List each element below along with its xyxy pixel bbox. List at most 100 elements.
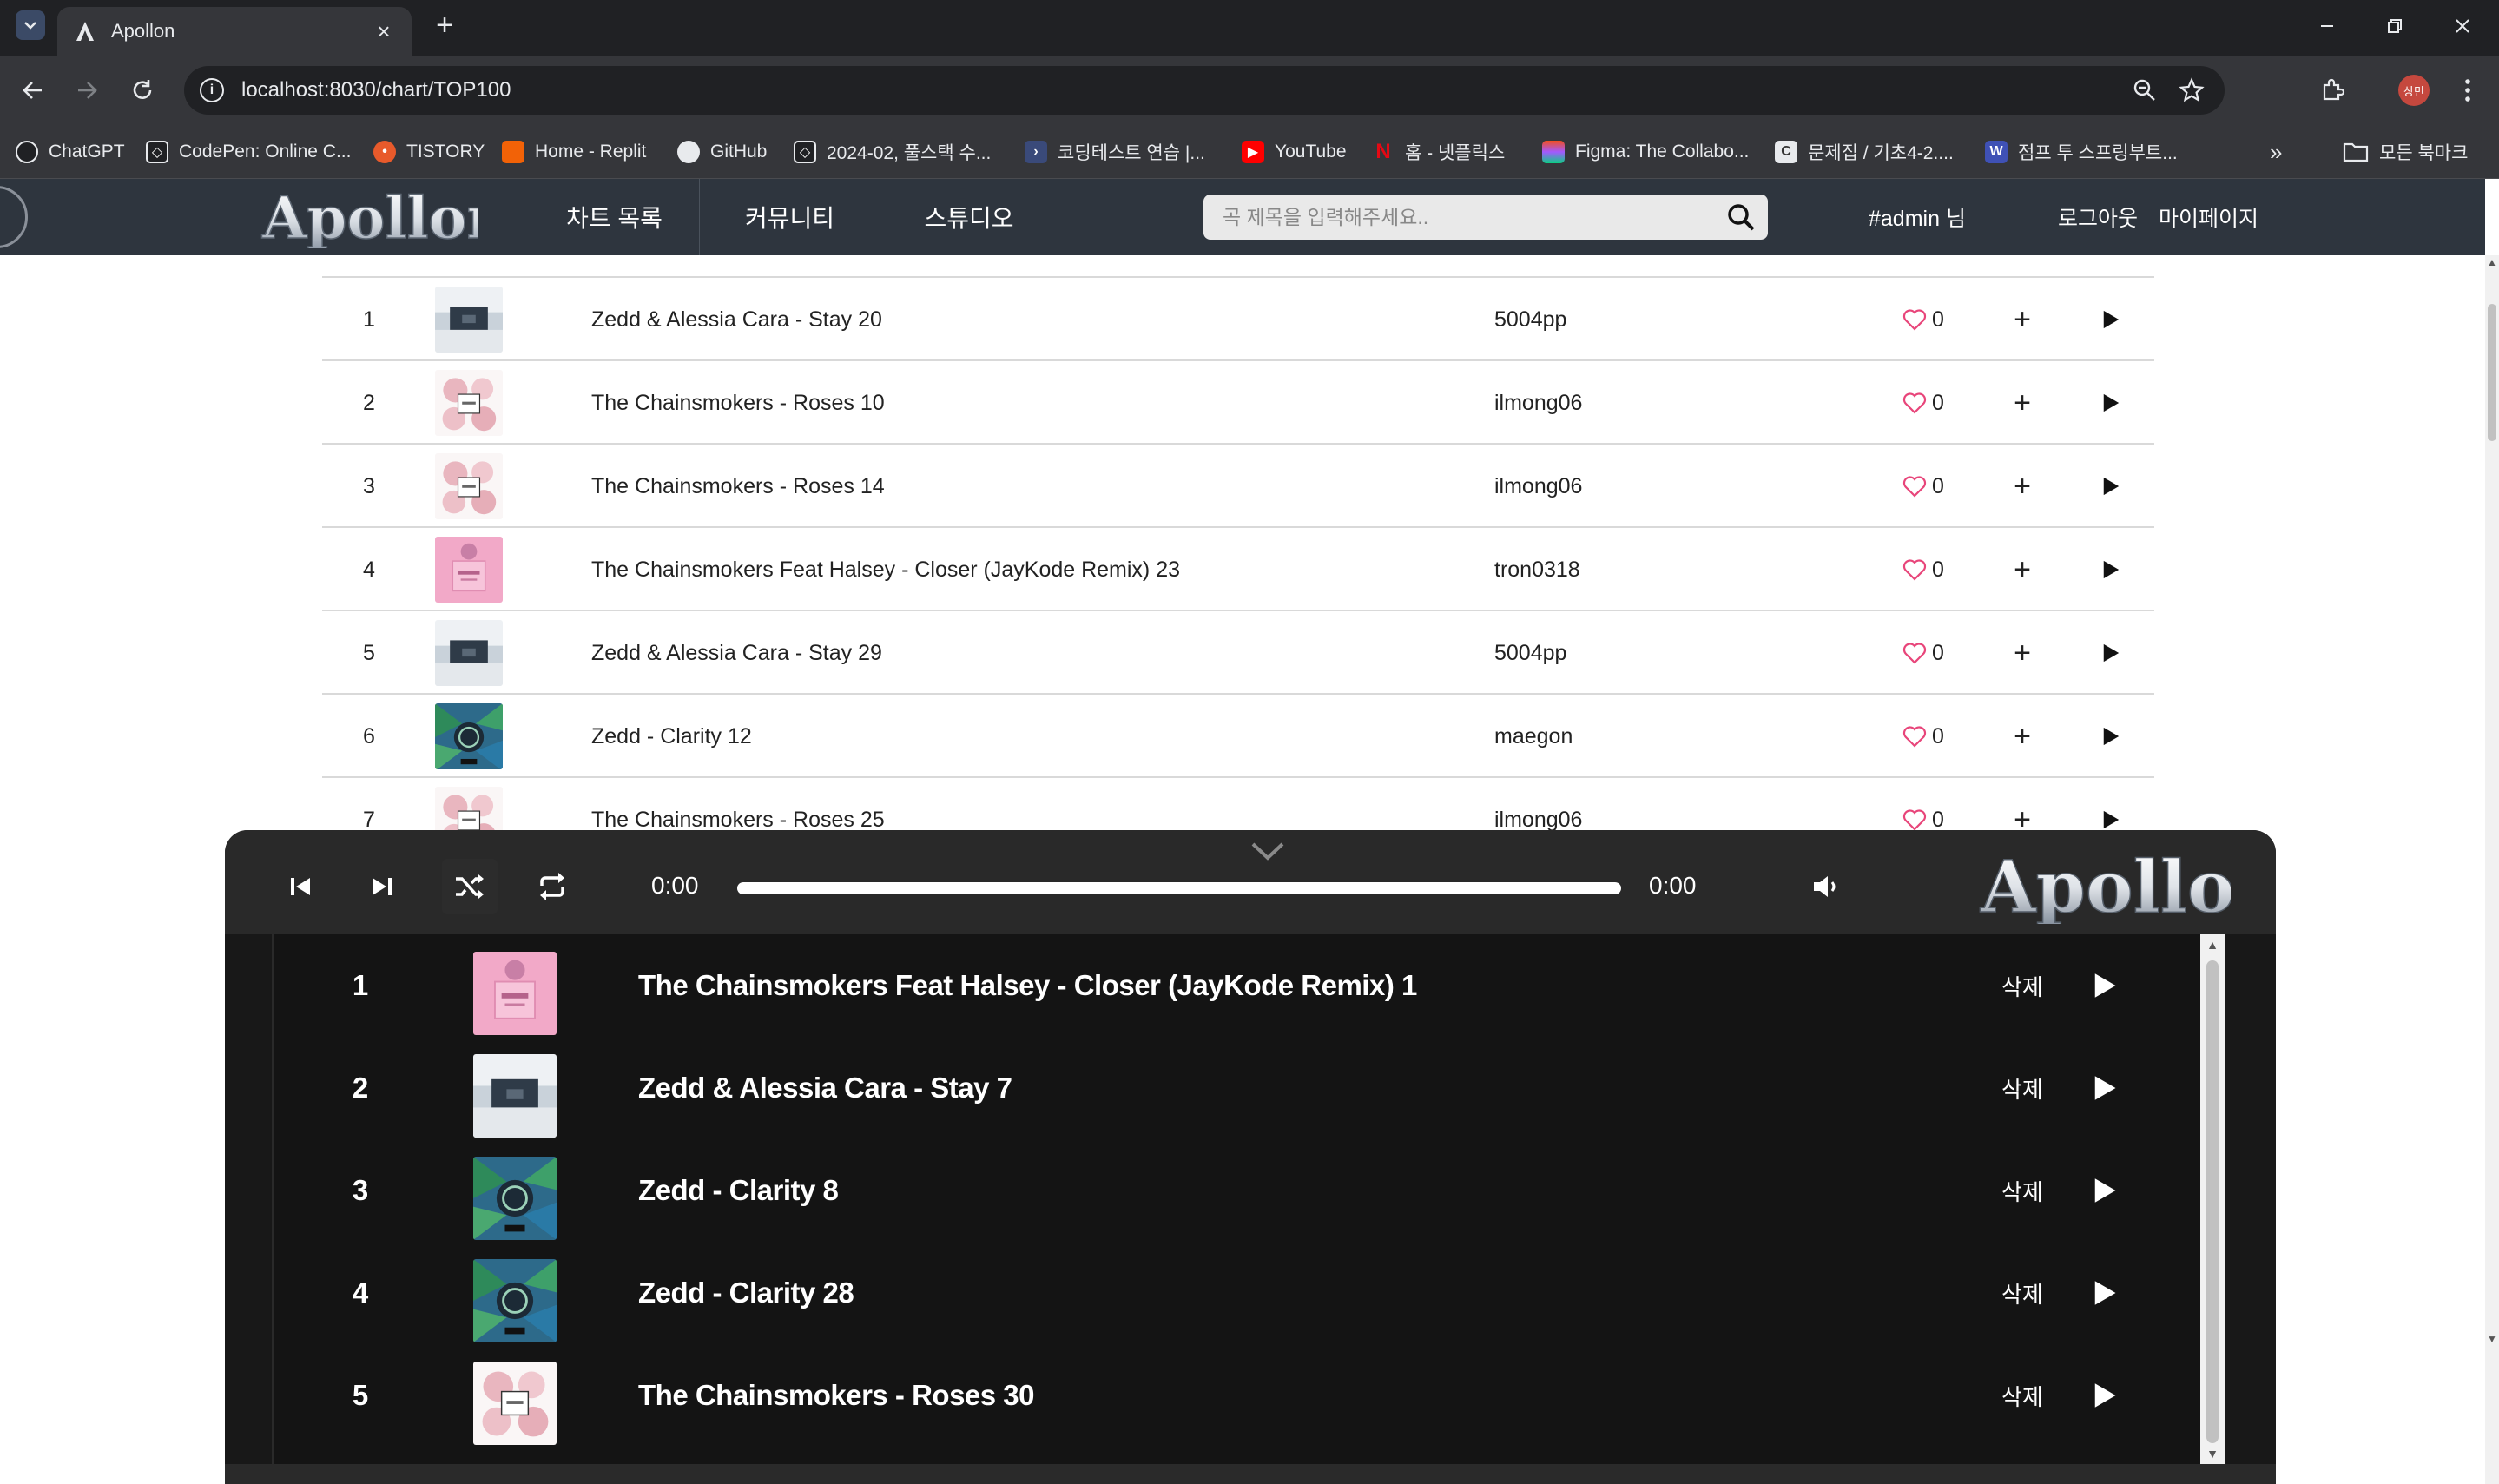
close-window-button[interactable] xyxy=(2436,9,2489,43)
volume-button[interactable] xyxy=(1805,865,1849,908)
queue-song-title[interactable]: The Chainsmokers Feat Halsey - Closer (J… xyxy=(638,934,1417,1037)
like-button[interactable]: 0 xyxy=(1902,695,1944,778)
chart-row[interactable]: 5 Zedd & Alessia Cara - Stay 29 5004pp 0… xyxy=(322,610,2154,693)
mypage-link[interactable]: 마이페이지 xyxy=(2159,179,2258,255)
browser-tab-active[interactable]: Apollon × xyxy=(57,7,412,56)
play-queue-item-button[interactable] xyxy=(2083,1242,2126,1344)
nav-community[interactable]: 커뮤니티 xyxy=(700,179,880,255)
remove-from-queue-button[interactable]: 삭제 xyxy=(2001,934,2043,1037)
queue-scrollbar-thumb[interactable] xyxy=(2206,960,2219,1443)
queue-item[interactable]: 1 The Chainsmokers Feat Halsey - Closer … xyxy=(274,934,2184,1037)
chart-row[interactable]: 2 The Chainsmokers - Roses 10 ilmong06 0… xyxy=(322,359,2154,443)
play-song-button[interactable] xyxy=(2093,445,2128,528)
queue-song-title[interactable]: Zedd - Clarity 8 xyxy=(638,1139,839,1242)
queue-item[interactable]: 5 The Chainsmokers - Roses 30 삭제 xyxy=(274,1344,2184,1447)
add-to-playlist-button[interactable]: + xyxy=(2005,278,2040,361)
like-button[interactable]: 0 xyxy=(1902,361,1944,445)
zoom-icon[interactable] xyxy=(2127,73,2162,108)
chart-row[interactable]: 6 Zedd - Clarity 12 maegon 0 + xyxy=(322,693,2154,776)
queue-scrollbar[interactable]: ▲ ▼ xyxy=(2200,934,2225,1464)
play-queue-item-button[interactable] xyxy=(2083,934,2126,1037)
bookmark-star-icon[interactable] xyxy=(2174,73,2209,108)
song-title[interactable]: The Chainsmokers Feat Halsey - Closer (J… xyxy=(591,528,1180,611)
browser-menu-button[interactable] xyxy=(2450,73,2485,108)
bookmark-spring-boot[interactable]: W 점프 투 스프링부트... xyxy=(1985,137,2178,167)
all-bookmarks-folder[interactable]: 모든 북마크 xyxy=(2343,137,2468,167)
shuffle-button[interactable] xyxy=(442,859,498,914)
song-artist[interactable]: 5004pp xyxy=(1494,611,1566,695)
profile-avatar[interactable]: 상민 xyxy=(2398,75,2430,106)
bookmark-figma[interactable]: Figma: The Collabo... xyxy=(1542,137,1749,167)
url-bar[interactable]: i localhost:8030/chart/TOP100 xyxy=(184,66,2225,115)
remove-from-queue-button[interactable]: 삭제 xyxy=(2001,1242,2043,1344)
song-title[interactable]: The Chainsmokers - Roses 10 xyxy=(591,361,885,445)
song-artist[interactable]: tron0318 xyxy=(1494,528,1580,611)
like-button[interactable]: 0 xyxy=(1902,278,1944,361)
bookmark-github[interactable]: GitHub xyxy=(677,137,767,167)
like-button[interactable]: 0 xyxy=(1902,611,1944,695)
reload-button[interactable] xyxy=(125,73,160,108)
nav-studio[interactable]: 스튜디오 xyxy=(880,179,1058,255)
new-tab-button[interactable]: + xyxy=(429,10,460,42)
add-to-playlist-button[interactable]: + xyxy=(2005,528,2040,611)
forward-button[interactable] xyxy=(69,73,104,108)
extensions-button[interactable] xyxy=(2315,73,2350,108)
remove-from-queue-button[interactable]: 삭제 xyxy=(2001,1037,2043,1139)
queue-item[interactable]: 4 Zedd - Clarity 28 삭제 xyxy=(274,1242,2184,1344)
page-scrollbar-thumb[interactable] xyxy=(2488,304,2496,441)
chart-row[interactable]: 4 The Chainsmokers Feat Halsey - Closer … xyxy=(322,526,2154,610)
repeat-button[interactable] xyxy=(531,865,574,908)
song-title[interactable]: Zedd & Alessia Cara - Stay 29 xyxy=(591,611,882,695)
next-track-button[interactable] xyxy=(360,865,404,908)
site-logo[interactable]: Apollon xyxy=(260,186,478,248)
play-song-button[interactable] xyxy=(2093,695,2128,778)
add-to-playlist-button[interactable]: + xyxy=(2005,445,2040,528)
queue-item[interactable]: 3 Zedd - Clarity 8 삭제 xyxy=(274,1139,2184,1242)
scroll-down-icon[interactable]: ▼ xyxy=(2485,1332,2499,1346)
scroll-down-icon[interactable]: ▼ xyxy=(2200,1443,2225,1464)
tab-close-icon[interactable]: × xyxy=(372,18,396,45)
bookmark-youtube[interactable]: ▶ YouTube xyxy=(1242,137,1347,167)
add-to-playlist-button[interactable]: + xyxy=(2005,695,2040,778)
back-button[interactable] xyxy=(16,73,50,108)
bookmark-coding-test[interactable]: › 코딩테스트 연습 |... xyxy=(1025,137,1205,167)
logout-link[interactable]: 로그아웃 xyxy=(2058,179,2138,255)
like-button[interactable]: 0 xyxy=(1902,528,1944,611)
bookmark-replit[interactable]: Home - Replit xyxy=(502,137,646,167)
like-button[interactable]: 0 xyxy=(1902,445,1944,528)
page-scrollbar[interactable]: ▲ ▼ xyxy=(2485,255,2499,1484)
song-search-input[interactable] xyxy=(1223,205,1726,229)
bookmark-netflix[interactable]: N홈 - 넷플릭스 xyxy=(1372,137,1505,167)
queue-song-title[interactable]: Zedd & Alessia Cara - Stay 7 xyxy=(638,1037,1012,1139)
site-info-icon[interactable]: i xyxy=(200,78,224,102)
bookmarks-overflow-button[interactable]: » xyxy=(2270,137,2282,167)
add-to-playlist-button[interactable]: + xyxy=(2005,611,2040,695)
queue-song-title[interactable]: The Chainsmokers - Roses 30 xyxy=(638,1344,1035,1447)
play-song-button[interactable] xyxy=(2093,278,2128,361)
previous-track-button[interactable] xyxy=(279,865,322,908)
bookmark-chatgpt[interactable]: ChatGPT xyxy=(16,137,125,167)
remove-from-queue-button[interactable]: 삭제 xyxy=(2001,1344,2043,1447)
chart-row[interactable]: 1 Zedd & Alessia Cara - Stay 20 5004pp 0… xyxy=(322,276,2154,359)
minimize-button[interactable] xyxy=(2301,9,2353,43)
nav-chart-list[interactable]: 차트 목록 xyxy=(530,179,700,255)
progress-bar[interactable] xyxy=(737,882,1621,894)
play-queue-item-button[interactable] xyxy=(2083,1139,2126,1242)
bookmark-codepen[interactable]: ◇ CodePen: Online C... xyxy=(146,137,351,167)
restore-button[interactable] xyxy=(2369,9,2421,43)
play-queue-item-button[interactable] xyxy=(2083,1344,2126,1447)
collapse-player-button[interactable] xyxy=(1250,839,1286,863)
bookmark-problem-set[interactable]: C 문제집 / 기초4-2.... xyxy=(1775,137,1954,167)
play-song-button[interactable] xyxy=(2093,528,2128,611)
play-song-button[interactable] xyxy=(2093,611,2128,695)
remove-from-queue-button[interactable]: 삭제 xyxy=(2001,1139,2043,1242)
chart-row[interactable]: 3 The Chainsmokers - Roses 14 ilmong06 0… xyxy=(322,443,2154,526)
search-icon[interactable] xyxy=(1726,202,1756,232)
tab-search-button[interactable] xyxy=(16,10,45,40)
song-artist[interactable]: ilmong06 xyxy=(1494,445,1582,528)
song-title[interactable]: Zedd & Alessia Cara - Stay 20 xyxy=(591,278,882,361)
song-title[interactable]: Zedd - Clarity 12 xyxy=(591,695,752,778)
queue-song-title[interactable]: Zedd - Clarity 28 xyxy=(638,1242,854,1344)
play-queue-item-button[interactable] xyxy=(2083,1037,2126,1139)
play-song-button[interactable] xyxy=(2093,361,2128,445)
